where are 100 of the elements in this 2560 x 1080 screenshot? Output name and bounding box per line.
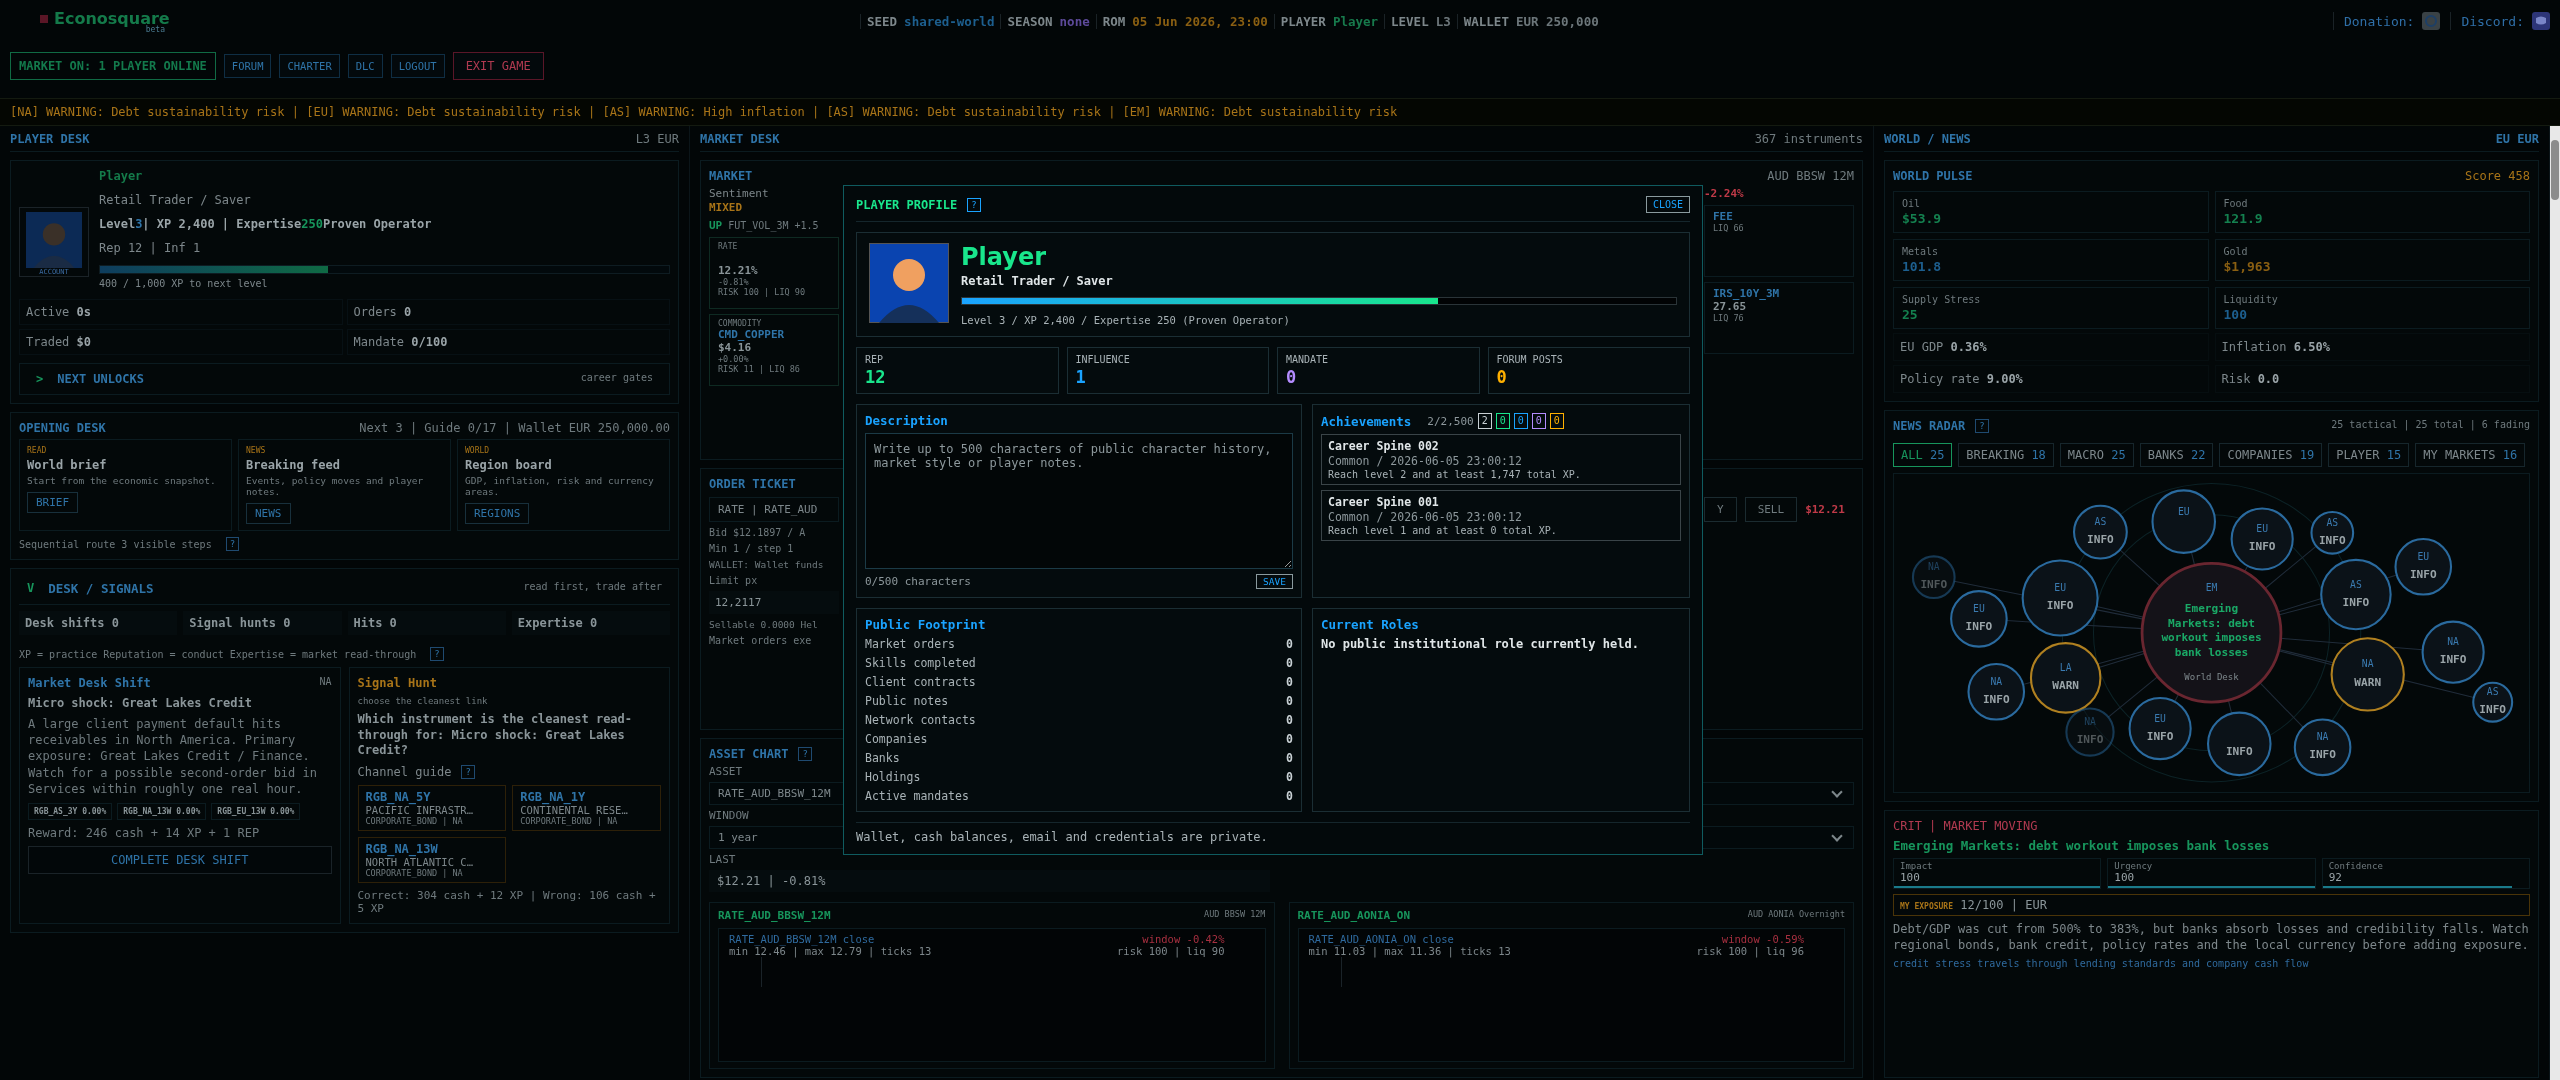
stat-tile: FORUM POSTS 0 bbox=[1487, 347, 1690, 394]
headline-bubble[interactable]: EM Emerging Markets: debt workout imposes bank losses World Desk bbox=[2140, 561, 2283, 704]
next-unlocks-toggle[interactable]: > NEXT UNLOCKS career gates bbox=[19, 363, 670, 395]
story-link[interactable]: credit stress travels through lending standards and company cash flow bbox=[1893, 957, 2530, 969]
news-bubble[interactable]: AS INFO bbox=[2472, 681, 2514, 723]
macro-stat: Risk 0.0 bbox=[2214, 365, 2530, 393]
status-value: shared-world bbox=[904, 13, 995, 29]
news-bubble[interactable]: EU INFO bbox=[2128, 697, 2192, 761]
footprint-value: 0 bbox=[1286, 770, 1293, 784]
card-title: Signal Hunt bbox=[357, 676, 438, 690]
counter-tile: Desk shifts 0 bbox=[19, 611, 178, 635]
filter-tab[interactable]: ALL 25 bbox=[1893, 443, 1953, 467]
logo-icon bbox=[40, 14, 48, 23]
step-button[interactable]: NEWS bbox=[246, 503, 291, 524]
header-link[interactable]: Donation: bbox=[2343, 13, 2415, 29]
step-title: Region board bbox=[465, 458, 552, 472]
news-bubble[interactable]: AS INFO bbox=[2320, 558, 2392, 631]
section-title: ASSET CHART bbox=[709, 747, 789, 761]
news-bubble[interactable]: LA WARN bbox=[2029, 642, 2102, 714]
tier-count: 2 bbox=[1477, 413, 1492, 429]
news-bubble[interactable]: EU INFO bbox=[1950, 590, 2008, 648]
instrument-chip[interactable]: RGB_AS_3Y 0.00% bbox=[28, 802, 113, 820]
connector-line bbox=[2190, 551, 2196, 566]
instrument-option[interactable]: RGB_NA_5Y PACIFIC INFRASTR… CORPORATE_BOND | NA bbox=[357, 784, 507, 831]
instrument-option[interactable]: RGB_NA_1Y CONTINENTAL RESE… CORPORATE_BOND | NA bbox=[512, 784, 661, 831]
step-button[interactable]: BRIEF bbox=[27, 492, 79, 513]
save-button[interactable]: SAVE bbox=[1256, 574, 1293, 589]
connector-line bbox=[2227, 699, 2233, 715]
filter-tab[interactable]: MY MARKETS 16 bbox=[2415, 443, 2526, 467]
sentiment-value: MIXED bbox=[709, 201, 744, 214]
indicator-tile: Gold $1,963 bbox=[2214, 239, 2530, 281]
avatar-silhouette-icon bbox=[26, 212, 82, 268]
tier-count: 0 bbox=[1549, 413, 1564, 429]
macro-stat: Policy rate 9.00% bbox=[1893, 365, 2209, 393]
footprint-value: 0 bbox=[1286, 732, 1293, 746]
filter-tab[interactable]: BREAKING 18 bbox=[1958, 443, 2054, 467]
coin-icon[interactable] bbox=[2422, 12, 2441, 30]
instrument-chip[interactable]: RGB_EU_13W 0.00% bbox=[211, 802, 301, 820]
status-value: EUR 250,000 bbox=[1515, 13, 1599, 29]
help-button[interactable]: ? bbox=[1975, 419, 1989, 433]
story-tags: CRIT | MARKET MOVING bbox=[1893, 818, 2530, 833]
quote-card[interactable]: FEE LIQ 66 bbox=[1704, 205, 1854, 277]
nav-button[interactable]: CHARTER bbox=[279, 54, 340, 78]
instrument-chip[interactable]: RGB_NA_13W 0.00% bbox=[117, 802, 207, 820]
news-bubble[interactable]: NA INFO bbox=[2421, 620, 2485, 684]
score-text: Score 458 bbox=[2464, 169, 2530, 183]
tier-count: 0 bbox=[1531, 413, 1546, 429]
news-bubble[interactable]: AS INFO bbox=[2310, 510, 2355, 555]
help-button[interactable]: ? bbox=[967, 197, 981, 212]
buy-button[interactable]: Y bbox=[1704, 497, 1737, 522]
nav-button[interactable]: EXIT GAME bbox=[452, 52, 544, 80]
filter-tab[interactable]: BANKS 22 bbox=[2139, 443, 2214, 467]
news-bubble[interactable]: EU INFO bbox=[2394, 538, 2453, 596]
complete-shift-button[interactable]: COMPLETE DESK SHIFT bbox=[28, 845, 332, 874]
news-bubble[interactable]: NA INFO bbox=[1967, 662, 2026, 721]
instrument-field[interactable]: RATE | RATE_AUD bbox=[709, 497, 839, 522]
filter-tab[interactable]: MACRO 25 bbox=[2059, 443, 2134, 467]
description-field[interactable]: Write up to 500 characters of public character history, market style or player notes. bbox=[865, 433, 1293, 569]
indicator-tile: Oil $53.9 bbox=[1893, 191, 2209, 233]
column-title: PLAYER DESK bbox=[10, 132, 90, 146]
help-button[interactable]: ? bbox=[461, 764, 475, 779]
sellable-text: Sellable 0.0000 Hel bbox=[709, 619, 819, 630]
stat-value: 0 bbox=[1496, 367, 1508, 387]
footprint-value: 0 bbox=[1286, 675, 1293, 689]
counter-tile: Hits 0 bbox=[347, 611, 506, 635]
story-title: Emerging Markets: debt workout imposes bank losses bbox=[1893, 837, 2271, 853]
quote-card[interactable]: RATE 12.21% -0.81% RISK 100 | LIQ 90 bbox=[709, 237, 839, 309]
section-toggle[interactable]: V DESK / SIGNALS read first, trade after bbox=[19, 577, 670, 605]
footprint-label: Holdings bbox=[865, 770, 921, 784]
close-button[interactable]: CLOSE bbox=[1645, 196, 1690, 213]
help-button[interactable]: ? bbox=[225, 537, 240, 551]
chat-icon[interactable] bbox=[2532, 12, 2550, 30]
help-button[interactable]: ? bbox=[798, 747, 812, 761]
instrument-option[interactable]: RGB_NA_13W NORTH ATLANTIC C… CORPORATE_BOND | NA bbox=[357, 836, 507, 883]
hunt-question: Which instrument is the cleanest read-through for: Micro shock: Great Lakes Credit? bbox=[357, 712, 634, 759]
nav-button[interactable]: DLC bbox=[347, 54, 383, 78]
news-bubble[interactable]: NA WARN bbox=[2330, 637, 2405, 712]
limit-price-field[interactable]: 12,2117 bbox=[709, 591, 839, 614]
news-bubble[interactable]: INFO bbox=[2207, 711, 2272, 777]
sell-button[interactable]: SELL bbox=[1744, 497, 1798, 522]
filter-tab[interactable]: COMPANIES 19 bbox=[2219, 443, 2323, 467]
filter-tab[interactable]: PLAYER 15 bbox=[2328, 443, 2410, 467]
news-bubble[interactable]: EU INFO bbox=[2021, 559, 2099, 637]
scrollbar[interactable] bbox=[2550, 126, 2560, 1080]
news-bubble[interactable]: NA INFO bbox=[2293, 718, 2352, 777]
help-button[interactable]: ? bbox=[430, 647, 444, 661]
nav-button[interactable]: LOGOUT bbox=[390, 54, 445, 78]
wallet-text: WALLET: Wallet funds bbox=[709, 559, 825, 570]
column-meta: EU EUR bbox=[2495, 132, 2539, 146]
nav-button[interactable]: FORUM bbox=[223, 54, 272, 78]
counter-tile: Signal hunts 0 bbox=[183, 611, 342, 635]
news-bubble[interactable]: EU bbox=[2151, 489, 2216, 554]
quote-card[interactable]: IRS_10Y_3M 27.65 LIQ 76 bbox=[1704, 282, 1854, 354]
quote-card[interactable]: COMMODITY CMD_COPPER $4.16 +0.00% RISK 11 | LIQ 86 bbox=[709, 314, 839, 386]
header-link[interactable]: Discord: bbox=[2461, 13, 2524, 29]
news-bubble[interactable]: AS INFO bbox=[2073, 504, 2128, 560]
status-value: L3 bbox=[1435, 13, 1451, 29]
step-button[interactable]: REGIONS bbox=[465, 503, 530, 524]
instrument-name: AUD BBSW 12M bbox=[1767, 169, 1854, 183]
news-bubble[interactable]: EU INFO bbox=[2230, 507, 2294, 571]
